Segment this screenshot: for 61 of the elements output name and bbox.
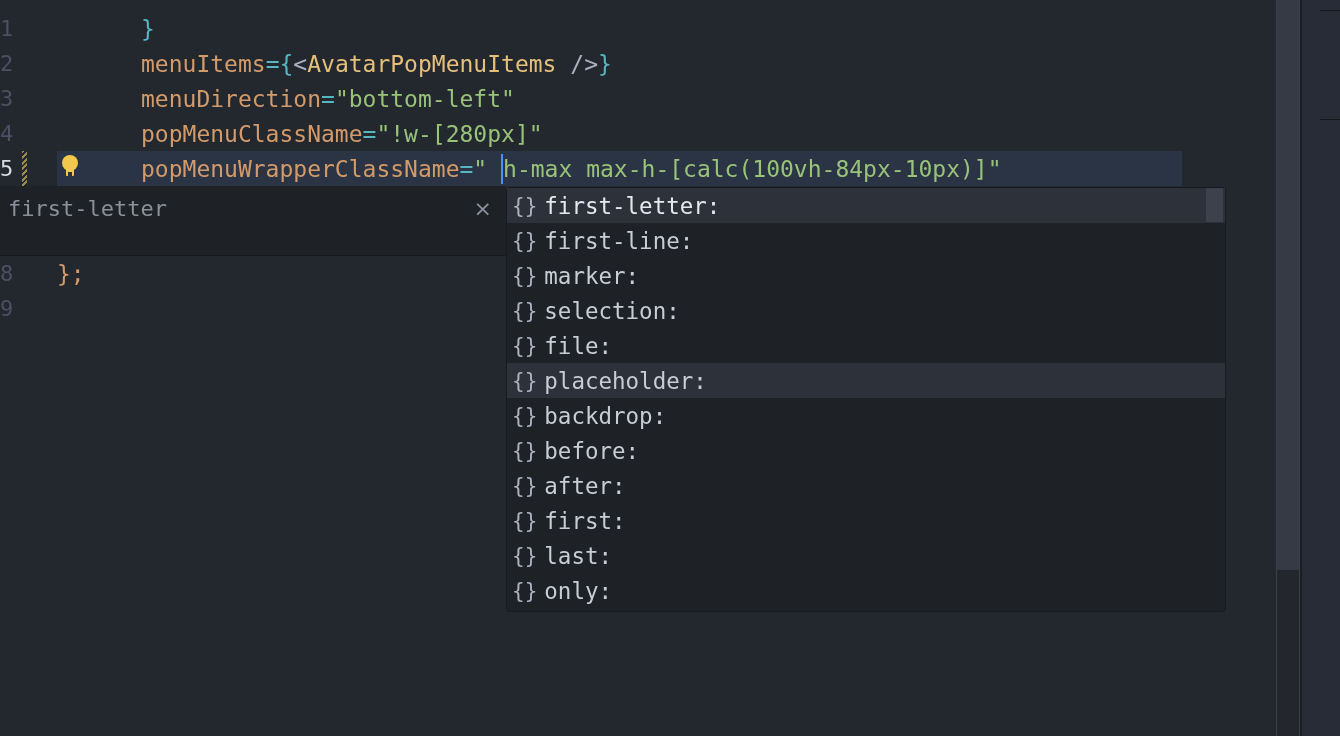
braces-icon: {}: [512, 193, 538, 218]
code-token: menuItems: [141, 50, 266, 77]
suggestion-item[interactable]: {} only:: [507, 573, 1225, 608]
suggestion-label: placeholder:: [544, 367, 707, 394]
braces-icon: {}: [512, 473, 538, 498]
scrollbar[interactable]: [1276, 0, 1300, 736]
line-number: 5: [0, 156, 13, 181]
suggestion-item[interactable]: {} placeholder:: [507, 363, 1225, 398]
suggestion-label: marker:: [544, 262, 640, 289]
suggestion-item[interactable]: {} file:: [507, 328, 1225, 363]
braces-icon: {}: [512, 438, 538, 463]
suggestion-item[interactable]: {} last:: [507, 538, 1225, 573]
suggestion-item[interactable]: {} selection:: [507, 293, 1225, 328]
code-token: popMenuWrapperClassName: [141, 155, 460, 182]
code-token: "!w-[280px]": [376, 120, 543, 147]
suggestion-label: file:: [544, 332, 613, 359]
braces-icon: {}: [512, 508, 538, 533]
suggestion-label: first:: [544, 507, 626, 534]
suggestion-label: only:: [544, 577, 613, 604]
braces-icon: {}: [512, 298, 538, 323]
code-token: =: [459, 155, 474, 182]
suggestion-label: before:: [544, 437, 640, 464]
code-token: popMenuClassName: [141, 120, 363, 147]
braces-icon: {}: [512, 578, 538, 603]
suggestion-item[interactable]: {} first-line:: [507, 223, 1225, 258]
suggestion-label: after:: [544, 472, 626, 499]
suggestion-item[interactable]: {} after:: [507, 468, 1225, 503]
code-token: h-max max-h-[calc(100vh-84px-10px)]": [503, 155, 1002, 182]
braces-icon: {}: [512, 263, 538, 288]
suggestion-label: backdrop:: [544, 402, 667, 429]
code-token: =: [362, 120, 377, 147]
code-token: }: [141, 15, 155, 42]
detail-label: first-letter: [8, 196, 167, 221]
code-token: ={: [265, 50, 294, 77]
scrollbar-thumb[interactable]: [1206, 188, 1223, 222]
braces-icon: {}: [512, 333, 538, 358]
suggestion-label: first-letter:: [544, 192, 721, 219]
code-token: AvatarPopMenuItems: [307, 50, 557, 77]
suggestion-label: selection:: [544, 297, 680, 324]
suggestion-item[interactable]: {} marker:: [507, 258, 1225, 293]
suggestion-label: first-line:: [544, 227, 694, 254]
code-token: <: [293, 50, 308, 77]
suggestion-item[interactable]: {} backdrop:: [507, 398, 1225, 433]
braces-icon: {}: [512, 403, 538, 428]
code-token: };: [57, 260, 85, 287]
braces-icon: {}: [512, 368, 538, 393]
text-cursor: [501, 153, 504, 184]
suggestion-item[interactable]: {} first-letter:: [507, 188, 1225, 223]
suggestion-label: last:: [544, 542, 613, 569]
code-token: ": [473, 155, 489, 182]
braces-icon: {}: [512, 228, 538, 253]
code-token: "bottom-left": [334, 85, 515, 112]
scrollbar-thumb[interactable]: [1277, 0, 1299, 570]
braces-icon: {}: [512, 543, 538, 568]
suggestion-item[interactable]: {} first:: [507, 503, 1225, 538]
code-token: />: [569, 50, 598, 77]
code-token: }: [598, 50, 612, 77]
suggestion-item[interactable]: {} before:: [507, 433, 1225, 468]
code-token: =: [321, 85, 335, 112]
code-token: menuDirection: [141, 85, 321, 112]
close-button[interactable]: ×: [471, 196, 494, 221]
